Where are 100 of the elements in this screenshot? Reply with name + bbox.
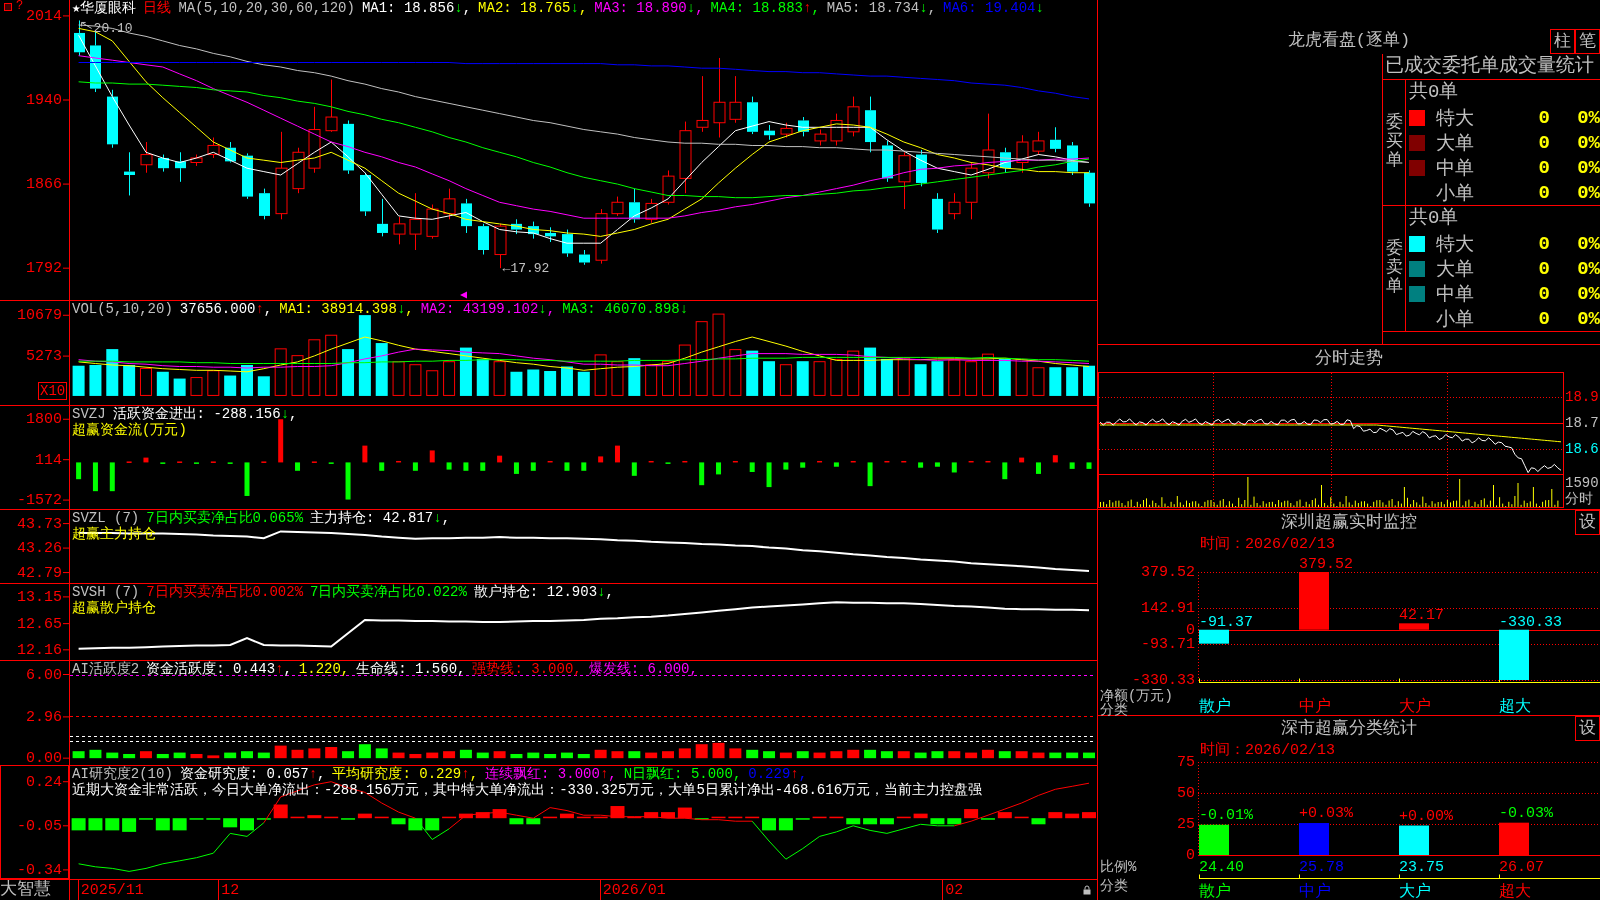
- price-label: ←17.92: [502, 260, 550, 276]
- legend-item: SVZJ: [72, 406, 106, 422]
- axis-label: 43.26: [17, 540, 62, 558]
- group-label: 委卖单: [1385, 240, 1403, 297]
- order-size-label: 特大: [1436, 233, 1474, 257]
- axis-label: 1940: [26, 92, 62, 110]
- category-label: 散户: [1199, 698, 1231, 716]
- order-count: 0: [1538, 182, 1550, 204]
- axis-label: 5273: [26, 348, 62, 366]
- value-label: 25.78: [1299, 859, 1344, 876]
- legend-item: 活跃资金进出: -288.156↓,: [112, 406, 298, 422]
- value-label: 26.07: [1499, 859, 1544, 876]
- axis-label: 2.96: [26, 708, 62, 726]
- value-label: 23.75: [1399, 859, 1444, 876]
- order-size-label: 大单: [1436, 132, 1474, 156]
- order-share: 0%: [1577, 233, 1600, 255]
- axis-label: -1572: [17, 492, 62, 510]
- order-count: 0: [1538, 132, 1550, 154]
- time-label: 时间：2026/02/13: [1200, 742, 1335, 759]
- legend-item: 37656.000↑,: [179, 301, 273, 317]
- axis-label: 114: [35, 451, 62, 469]
- axis-label: 1590: [1565, 474, 1599, 491]
- axis-label: 75: [1177, 754, 1195, 772]
- order-share: 0%: [1577, 132, 1600, 154]
- legend-item: ★华厦眼科: [72, 0, 137, 16]
- value-label: -91.37: [1199, 613, 1253, 631]
- axis-label: 1866: [26, 176, 62, 194]
- order-size-label: 中单: [1436, 283, 1474, 307]
- legend-item: SVSH (7): [72, 584, 140, 600]
- legend-item: 平均研究度: 0.229↑,: [332, 766, 479, 782]
- order-share: 0%: [1577, 157, 1600, 179]
- axis-caption: 分类: [1100, 702, 1128, 718]
- axis-caption: 比例%: [1100, 859, 1137, 875]
- date-label: 02: [945, 882, 964, 900]
- category-label: 中户: [1299, 883, 1331, 900]
- order-count: 0: [1538, 233, 1550, 255]
- order-size-label: 特大: [1436, 107, 1474, 131]
- date-label: 12: [221, 882, 240, 900]
- category-label: 中户: [1299, 698, 1331, 716]
- axis-label: 0.00: [26, 750, 62, 768]
- legend-item: 0.229↑,: [748, 766, 808, 782]
- change-label: +0.03%: [1299, 806, 1353, 821]
- panel-title: 深圳超赢实时监控: [1281, 512, 1417, 533]
- time-label: 时间：2026/02/13: [1200, 536, 1335, 553]
- brand-label: 大智慧: [0, 880, 52, 900]
- legend-item: 连续飘红: 3.000↑,: [485, 766, 617, 782]
- legend-item: MA6: 19.404↓: [943, 0, 1044, 16]
- legend-item: 强势线: 3.000,: [472, 661, 582, 677]
- category-label: 散户: [1199, 883, 1231, 900]
- date-label: 2025/11: [80, 882, 144, 900]
- value-label: 42.17: [1399, 607, 1444, 625]
- axis-label: -93.71: [1141, 636, 1195, 654]
- order-share: 0%: [1577, 308, 1600, 330]
- axis-label: 25: [1177, 816, 1195, 834]
- legend-item: 7日内买卖净占比0.002%: [146, 584, 304, 600]
- legend-item: 资金活跃度: 0.443↑,: [146, 661, 292, 677]
- legend-item: 资金研究度: 0.057↑,: [179, 766, 326, 782]
- order-share: 0%: [1577, 107, 1600, 129]
- axis-caption: 分类: [1100, 878, 1128, 894]
- order-count: 0: [1538, 308, 1550, 330]
- legend-item: MA(5,10,20,30,60,120): [178, 0, 355, 16]
- legend-item: MA1: 38914.398↓,: [279, 301, 414, 317]
- axis-label: 18.6: [1565, 440, 1599, 457]
- order-count: 0: [1538, 107, 1550, 129]
- axis-label: -0.34: [17, 861, 62, 879]
- legend-item: 日线: [143, 0, 172, 16]
- axis-label: 18.7: [1565, 414, 1599, 431]
- legend-item: AI活跃度2: [72, 661, 140, 677]
- order-size-label: 中单: [1436, 157, 1474, 181]
- axis-label: 10679: [17, 307, 62, 325]
- legend-item: 主力持仓: 42.817↓,: [310, 510, 451, 526]
- legend-item: 超赢散户持仓: [72, 600, 156, 616]
- change-label: +0.00%: [1399, 808, 1453, 824]
- axis-label: 12.65: [17, 615, 62, 633]
- axis-label: 379.52: [1141, 564, 1195, 582]
- legend-item: MA5: 18.734↓,: [826, 0, 937, 16]
- date-label: 2026/01: [602, 882, 666, 900]
- legend-item: 生命线: 1.560,: [356, 661, 466, 677]
- axis-label: 6.00: [26, 666, 62, 684]
- panel-title: 分时走势: [1315, 348, 1383, 369]
- order-count: 0: [1538, 258, 1550, 280]
- order-share: 0%: [1577, 182, 1600, 204]
- axis-label: 0.24: [26, 773, 62, 791]
- value-label: -330.33: [1499, 613, 1562, 631]
- legend-item: 7日内买卖净占比0.065%: [146, 510, 304, 526]
- order-total: 共0单: [1409, 206, 1459, 231]
- order-count: 0: [1538, 157, 1550, 179]
- axis-label: -0.05: [17, 817, 62, 835]
- legend-item: MA3: 46070.898↓: [562, 301, 689, 317]
- legend-item: VOL(5,10,20): [72, 301, 173, 317]
- legend-item: 爆发线: 6.000,: [588, 661, 698, 677]
- legend-item: 1.220,: [298, 661, 350, 677]
- order-size-label: 小单: [1436, 308, 1474, 332]
- legend-item: MA4: 18.883↑,: [710, 0, 820, 16]
- table-title: 已成交委托单成交量统计: [1385, 55, 1594, 77]
- legend-item: 7日内买卖净占比0.022%: [310, 584, 467, 600]
- order-size-label: 大单: [1436, 258, 1474, 282]
- axis-caption: 分时: [1565, 490, 1593, 507]
- axis-label: 1792: [26, 260, 62, 278]
- axis-label: 18.9: [1565, 388, 1599, 405]
